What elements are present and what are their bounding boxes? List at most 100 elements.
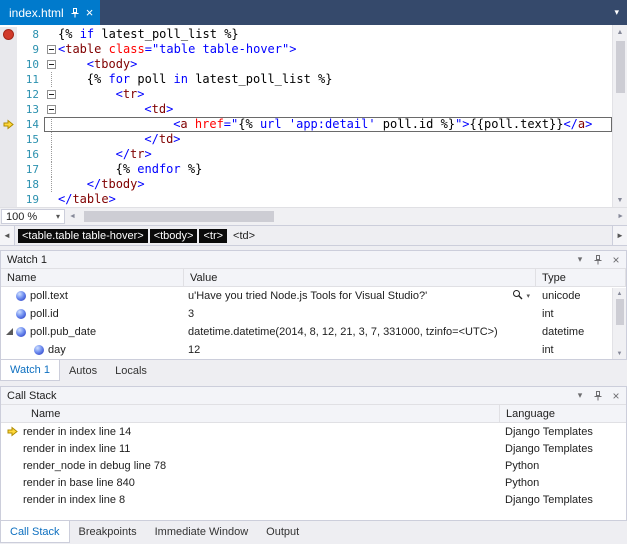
breakpoint-gutter[interactable] [0, 162, 17, 177]
tab-autos[interactable]: Autos [60, 360, 106, 381]
chevron-down-icon[interactable]: ▾ [573, 253, 587, 267]
collapse-icon[interactable] [47, 60, 56, 69]
breakpoint-gutter[interactable] [0, 147, 17, 162]
column-header-name[interactable]: Name [1, 405, 499, 422]
callstack-row[interactable]: render_node in debug line 78Python [1, 457, 626, 474]
breakpoint-gutter[interactable] [0, 87, 17, 102]
collapse-icon[interactable] [47, 105, 56, 114]
fold-margin[interactable] [44, 87, 58, 102]
breadcrumb-item[interactable]: <tbody> [150, 229, 198, 243]
scroll-up-icon[interactable]: ▲ [617, 288, 623, 299]
scroll-down-icon[interactable]: ▼ [617, 193, 624, 207]
frame-name: render_node in debug line 78 [23, 460, 499, 472]
fold-margin[interactable] [44, 177, 58, 192]
magnifier-icon[interactable] [512, 289, 524, 303]
column-header-name[interactable]: Name [1, 269, 184, 286]
close-icon[interactable]: × [86, 6, 94, 19]
tab-index-html[interactable]: index.html × [0, 0, 100, 25]
tab-call-stack[interactable]: Call Stack [0, 521, 70, 543]
scrollbar-thumb[interactable] [616, 41, 625, 93]
watch-row[interactable]: poll.textu'Have you tried Node.js Tools … [1, 287, 626, 305]
fold-margin[interactable] [44, 147, 58, 162]
column-header-language[interactable]: Language [499, 405, 626, 422]
scroll-down-icon[interactable]: ▼ [617, 348, 623, 359]
code-line[interactable]: 12<tr> [0, 87, 627, 102]
breadcrumb-back-button[interactable]: ◄ [0, 226, 15, 245]
fold-margin[interactable] [44, 27, 58, 42]
breakpoint-icon[interactable] [3, 29, 14, 40]
breakpoint-gutter[interactable] [0, 132, 17, 147]
column-header-value[interactable]: Value [184, 269, 536, 286]
pin-icon[interactable] [591, 253, 605, 267]
expander-icon[interactable] [6, 328, 13, 335]
tab-breakpoints[interactable]: Breakpoints [70, 521, 146, 543]
callstack-panel-header[interactable]: Call Stack ▾ × [1, 387, 626, 405]
code-editor[interactable]: 8{% if latest_poll_list %}9<table class=… [0, 25, 627, 208]
breadcrumb-item[interactable]: <tr> [199, 229, 227, 243]
watch-row[interactable]: day12int [1, 341, 626, 359]
breakpoint-gutter[interactable] [0, 42, 17, 57]
code-text: <td> [58, 102, 173, 117]
callstack-row[interactable]: render in base line 840Python [1, 474, 626, 491]
callstack-row[interactable]: render in index line 11Django Templates [1, 440, 626, 457]
editor-vertical-scrollbar[interactable]: ▲ ▼ [612, 25, 627, 207]
fold-margin[interactable] [44, 102, 58, 117]
breadcrumb-forward-button[interactable]: ► [612, 226, 627, 245]
scrollbar-thumb[interactable] [616, 299, 624, 325]
collapse-icon[interactable] [47, 45, 56, 54]
tab-immediate-window[interactable]: Immediate Window [146, 521, 258, 543]
watch-panel-header[interactable]: Watch 1 ▾ × [1, 251, 626, 269]
callstack-row[interactable]: render in index line 14Django Templates [1, 423, 626, 440]
chevron-down-icon[interactable]: ▾ [573, 389, 587, 403]
code-line[interactable]: 9<table class="table table-hover"> [0, 42, 627, 57]
code-line[interactable]: 14<a href="{% url 'app:detail' poll.id %… [0, 117, 627, 132]
tab-locals[interactable]: Locals [106, 360, 156, 381]
code-line[interactable]: 17{% endfor %} [0, 162, 627, 177]
code-line[interactable]: 18</tbody> [0, 177, 627, 192]
watch-row[interactable]: poll.id3int [1, 305, 626, 323]
fold-margin[interactable] [44, 72, 58, 87]
callstack-row[interactable]: render in index line 8Django Templates [1, 491, 626, 508]
code-line[interactable]: 11{% for poll in latest_poll_list %} [0, 72, 627, 87]
collapse-icon[interactable] [47, 90, 56, 99]
close-icon[interactable]: × [609, 389, 623, 403]
scrollbar-thumb[interactable] [84, 211, 274, 222]
scroll-right-icon[interactable]: ► [617, 213, 624, 220]
breakpoint-gutter[interactable] [0, 57, 17, 72]
scroll-up-icon[interactable]: ▲ [617, 25, 624, 39]
zoom-control[interactable]: 100 % ▾ [1, 209, 65, 224]
fold-margin[interactable] [44, 132, 58, 147]
code-line[interactable]: 8{% if latest_poll_list %} [0, 27, 627, 42]
close-icon[interactable]: × [609, 253, 623, 267]
breadcrumb-item[interactable]: <td> [229, 229, 259, 243]
breakpoint-gutter[interactable] [0, 72, 17, 87]
breakpoint-gutter[interactable] [0, 117, 17, 132]
fold-margin[interactable] [44, 162, 58, 177]
watch-value-cell: 12 [184, 344, 536, 356]
code-line[interactable]: 15</td> [0, 132, 627, 147]
fold-margin[interactable] [44, 57, 58, 72]
fold-margin[interactable] [44, 117, 58, 132]
code-line[interactable]: 10<tbody> [0, 57, 627, 72]
editor-horizontal-scrollbar[interactable]: ◄ ► [66, 208, 627, 225]
breadcrumb-item[interactable]: <table.table table-hover> [18, 229, 148, 243]
breakpoint-gutter[interactable] [0, 27, 17, 42]
fold-margin[interactable] [44, 192, 58, 207]
watch-row[interactable]: poll.pub_datedatetime.datetime(2014, 8, … [1, 323, 626, 341]
breakpoint-gutter[interactable] [0, 192, 17, 207]
code-line[interactable]: 16</tr> [0, 147, 627, 162]
watch-vertical-scrollbar[interactable]: ▲ ▼ [612, 288, 626, 359]
chevron-down-icon[interactable]: ▾ [526, 292, 530, 300]
breakpoint-gutter[interactable] [0, 177, 17, 192]
fold-margin[interactable] [44, 42, 58, 57]
chevron-down-icon[interactable]: ▾ [606, 0, 627, 25]
column-header-type[interactable]: Type [536, 269, 626, 286]
code-line[interactable]: 19</table> [0, 192, 627, 207]
breakpoint-gutter[interactable] [0, 102, 17, 117]
code-line[interactable]: 13<td> [0, 102, 627, 117]
pin-icon[interactable] [591, 389, 605, 403]
tab-watch-1[interactable]: Watch 1 [0, 360, 60, 381]
scroll-left-icon[interactable]: ◄ [69, 213, 76, 220]
pin-icon[interactable] [70, 8, 80, 18]
tab-output[interactable]: Output [257, 521, 308, 543]
